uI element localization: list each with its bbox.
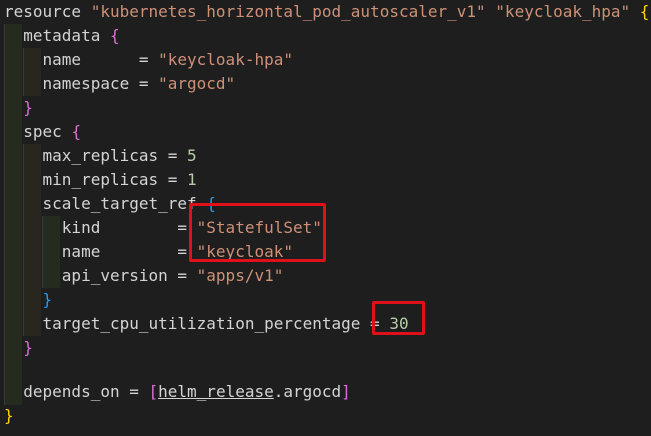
target-cpu-key: target_cpu_utilization_percentage (42, 314, 371, 333)
argocd-ref: .argocd (273, 382, 342, 401)
code-line-1[interactable]: resource "kubernetes_horizontal_pod_auto… (4, 0, 649, 24)
close-bracket: ] (341, 382, 351, 401)
code-line-18[interactable]: } (4, 404, 14, 428)
equals-sign: = (177, 266, 197, 285)
resource-type-string: "kubernetes_horizontal_pod_autoscaler_v1… (90, 2, 486, 21)
namespace-value: "argocd" (158, 74, 236, 93)
code-line-14[interactable]: target_cpu_utilization_percentage = 30 (4, 312, 409, 336)
scale-target-ref-key: scale_target_ref (42, 194, 197, 213)
close-brace: } (4, 406, 14, 425)
code-line-5[interactable]: } (4, 96, 33, 120)
equals-sign: = (138, 50, 159, 69)
code-line-9[interactable]: scale_target_ref { (4, 192, 216, 216)
code-line-17[interactable]: depends_on = [helm_release.argocd] (4, 380, 351, 404)
code-line-13[interactable]: } (4, 288, 53, 312)
code-line-2[interactable]: metadata { (4, 24, 120, 48)
resource-name-string: "keycloak_hpa" (495, 2, 631, 21)
code-line-8[interactable]: min_replicas = 1 (4, 168, 197, 192)
highlight-box-cpu-value (372, 301, 425, 335)
close-brace: } (42, 290, 53, 309)
code-line-15[interactable]: } (4, 336, 33, 360)
resource-keyword: resource (4, 2, 82, 21)
open-brace: { (71, 122, 82, 141)
equals-sign: = (167, 146, 188, 165)
equals-sign: = (138, 74, 159, 93)
open-brace: { (109, 26, 120, 45)
code-line-3[interactable]: name = "keycloak-hpa" (4, 48, 293, 72)
equals-sign: = (129, 382, 149, 401)
open-brace: { (639, 2, 650, 21)
api-version-key: api_version (61, 266, 178, 285)
min-replicas-key: min_replicas (42, 170, 168, 189)
name-value: "keycloak-hpa" (158, 50, 293, 69)
api-version-value: "apps/v1" (196, 266, 284, 285)
code-line-4[interactable]: namespace = "argocd" (4, 72, 236, 96)
close-brace: } (23, 98, 33, 117)
spec-key: spec (23, 122, 62, 141)
min-replicas-value: 1 (187, 170, 197, 189)
close-brace: } (23, 338, 33, 357)
name-key: name (61, 242, 178, 261)
max-replicas-value: 5 (187, 146, 197, 165)
namespace-key: namespace (42, 74, 139, 93)
code-editor[interactable]: resource "kubernetes_horizontal_pod_auto… (0, 0, 651, 436)
highlight-box-kind-name (189, 203, 326, 262)
name-key: name (42, 50, 139, 69)
max-replicas-key: max_replicas (42, 146, 168, 165)
equals-sign: = (167, 170, 188, 189)
code-line-6[interactable]: spec { (4, 120, 81, 144)
code-line-12[interactable]: api_version = "apps/v1" (4, 264, 284, 288)
kind-key: kind (61, 218, 178, 237)
code-line-7[interactable]: max_replicas = 5 (4, 144, 197, 168)
metadata-key: metadata (23, 26, 101, 45)
depends-on-key: depends_on (23, 382, 130, 401)
open-bracket: [ (148, 382, 159, 401)
helm-release-ref: helm_release (158, 382, 274, 401)
